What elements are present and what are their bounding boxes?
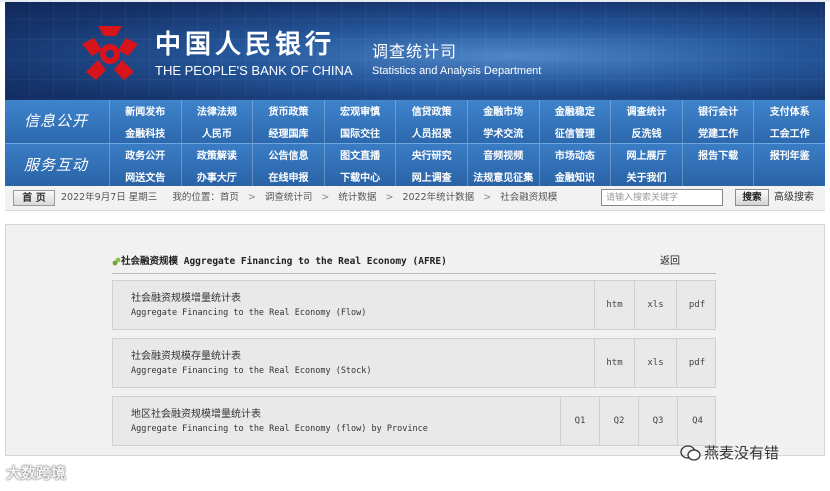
watermark-right: 燕麦没有错 <box>704 444 780 462</box>
department-name-en: Statistics and Analysis Department <box>372 65 542 77</box>
report-row: 地区社会融资规模增量统计表 Aggregate Financing to the… <box>112 396 716 446</box>
nav-info-item[interactable]: 人员招录 <box>395 121 467 143</box>
nav-service-item[interactable]: 音频视频 <box>466 144 539 166</box>
nav-info-item[interactable]: 货币政策 <box>252 100 324 122</box>
home-button[interactable]: 首 页 <box>13 190 55 206</box>
nav-service-item[interactable]: 报告下载 <box>681 144 754 166</box>
watermark-left: 大数跨境 <box>6 464 67 482</box>
section-header: 社会融资规模 Aggregate Financing to the Real E… <box>112 255 716 274</box>
wechat-icon <box>680 445 701 461</box>
nav-info-item[interactable]: 调查统计 <box>610 100 682 122</box>
nav-service-item[interactable]: 网上调查 <box>395 165 467 187</box>
nav-service-item[interactable]: 办事大厅 <box>180 165 253 187</box>
nav-service-item[interactable]: 金融知识 <box>538 165 611 187</box>
nav-service-item <box>753 165 825 187</box>
pboc-logo-icon[interactable] <box>78 22 142 84</box>
nav-section-info: 信息公开 新闻发布 法律法规 货币政策 宏观审慎 信贷政策 金融市场 金融稳定 调查统计 银行会… <box>5 100 825 143</box>
nav-service-item[interactable]: 公告信息 <box>252 144 324 166</box>
breadcrumb-item[interactable]: 2022年统计数据 <box>402 192 474 203</box>
breadcrumb-bar: 首 页 2022年9月7日 星期三 我的位置：首页 > 调查统计司 > 统计数据… <box>5 186 825 211</box>
q4-download-link[interactable]: Q4 <box>677 397 717 445</box>
advanced-search-link[interactable]: 高级搜索 <box>774 191 814 205</box>
bank-name-en: THE PEOPLE'S BANK OF CHINA <box>155 63 353 78</box>
bank-name-cn: 中国人民银行 <box>155 30 336 60</box>
q1-download-link[interactable]: Q1 <box>560 397 599 445</box>
breadcrumb: 2022年9月7日 星期三 我的位置：首页 > 调查统计司 > 统计数据 > 2… <box>61 192 558 203</box>
q3-download-link[interactable]: Q3 <box>638 397 677 445</box>
current-date: 2022年9月7日 星期三 <box>61 192 158 203</box>
q2-download-link[interactable]: Q2 <box>599 397 638 445</box>
nav-grid-info: 新闻发布 法律法规 货币政策 宏观审慎 信贷政策 金融市场 金融稳定 调查统计 银行会计 支付体系… <box>109 100 825 143</box>
nav-service-item[interactable]: 下载中心 <box>323 165 396 187</box>
nav-info-item[interactable]: 宏观审慎 <box>323 100 396 122</box>
nav-info-item[interactable]: 银行会计 <box>681 100 754 122</box>
breadcrumb-home[interactable]: 我的位置：首页 <box>172 192 239 203</box>
nav-service-item[interactable]: 政策解读 <box>180 144 253 166</box>
nav-section-title: 信息公开 <box>23 112 88 130</box>
back-link[interactable]: 返回 <box>660 255 680 269</box>
xls-download-link[interactable]: xls <box>634 339 676 387</box>
report-title-cn[interactable]: 地区社会融资规模增量统计表 <box>131 408 261 421</box>
department-name-cn: 调查统计司 <box>372 42 458 61</box>
nav-info-item[interactable]: 学术交流 <box>466 121 539 143</box>
search-input[interactable] <box>601 189 723 206</box>
htm-download-link[interactable]: htm <box>594 339 634 387</box>
nav-info-item[interactable]: 国际交往 <box>323 121 396 143</box>
report-row: 社会融资规模存量统计表 Aggregate Financing to the R… <box>112 338 716 388</box>
nav-info-item[interactable]: 征信管理 <box>538 121 611 143</box>
nav-info-item[interactable]: 经理国库 <box>252 121 324 143</box>
nav-service-item[interactable]: 在线申报 <box>252 165 324 187</box>
main-nav: 信息公开 新闻发布 法律法规 货币政策 宏观审慎 信贷政策 金融市场 金融稳定 调查统计 银行会… <box>5 100 825 187</box>
pdf-download-link[interactable]: pdf <box>676 281 717 329</box>
xls-download-link[interactable]: xls <box>634 281 676 329</box>
nav-info-item[interactable]: 工会工作 <box>753 121 825 143</box>
section-title: 社会融资规模 Aggregate Financing to the Real E… <box>121 256 447 267</box>
breadcrumb-item[interactable]: 统计数据 <box>338 192 376 203</box>
pdf-download-link[interactable]: pdf <box>676 339 717 387</box>
nav-info-item[interactable]: 新闻发布 <box>109 100 181 122</box>
leaf-bullet-icon <box>112 257 121 266</box>
nav-section-title: 服务互动 <box>23 156 88 174</box>
nav-info-item[interactable]: 支付体系 <box>753 100 825 122</box>
nav-info-item[interactable]: 反洗钱 <box>610 121 682 143</box>
breadcrumb-item[interactable]: 调查统计司 <box>265 192 313 203</box>
nav-service-item[interactable]: 法规意见征集 <box>466 165 539 187</box>
nav-service-item[interactable]: 市场动态 <box>538 144 611 166</box>
nav-service-item[interactable]: 图文直播 <box>323 144 396 166</box>
report-title-cn[interactable]: 社会融资规模增量统计表 <box>131 292 241 305</box>
breadcrumb-item[interactable]: 社会融资规模 <box>500 192 557 203</box>
report-title-en[interactable]: Aggregate Financing to the Real Economy … <box>131 423 428 435</box>
nav-info-item[interactable]: 党建工作 <box>681 121 754 143</box>
nav-info-item[interactable]: 金融科技 <box>109 121 181 143</box>
nav-service-item[interactable]: 央行研究 <box>395 144 467 166</box>
nav-service-item[interactable]: 政务公开 <box>109 144 181 166</box>
nav-info-item[interactable]: 人民币 <box>180 121 253 143</box>
search-button[interactable]: 搜索 <box>735 189 769 206</box>
nav-info-item[interactable]: 信贷政策 <box>395 100 467 122</box>
report-title-en[interactable]: Aggregate Financing to the Real Economy … <box>131 307 366 319</box>
report-title-cn[interactable]: 社会融资规模存量统计表 <box>131 350 241 363</box>
nav-service-item[interactable]: 关于我们 <box>610 165 682 187</box>
report-row: 社会融资规模增量统计表 Aggregate Financing to the R… <box>112 280 716 330</box>
nav-info-item[interactable]: 法律法规 <box>180 100 253 122</box>
nav-info-item[interactable]: 金融市场 <box>466 100 539 122</box>
nav-section-service: 服务互动 政务公开 政策解读 公告信息 图文直播 央行研究 音频视频 市场动态 网上展厅 报告下… <box>5 143 825 187</box>
nav-service-item[interactable]: 网上展厅 <box>610 144 682 166</box>
nav-grid-service: 政务公开 政策解读 公告信息 图文直播 央行研究 音频视频 市场动态 网上展厅 报告下载 报刊年鉴… <box>109 144 825 187</box>
report-title-en[interactable]: Aggregate Financing to the Real Economy … <box>131 365 372 377</box>
htm-download-link[interactable]: htm <box>594 281 634 329</box>
nav-info-item[interactable]: 金融稳定 <box>538 100 611 122</box>
nav-service-item[interactable]: 网送文告 <box>109 165 181 187</box>
nav-service-item <box>681 165 754 187</box>
nav-service-item[interactable]: 报刊年鉴 <box>753 144 825 166</box>
